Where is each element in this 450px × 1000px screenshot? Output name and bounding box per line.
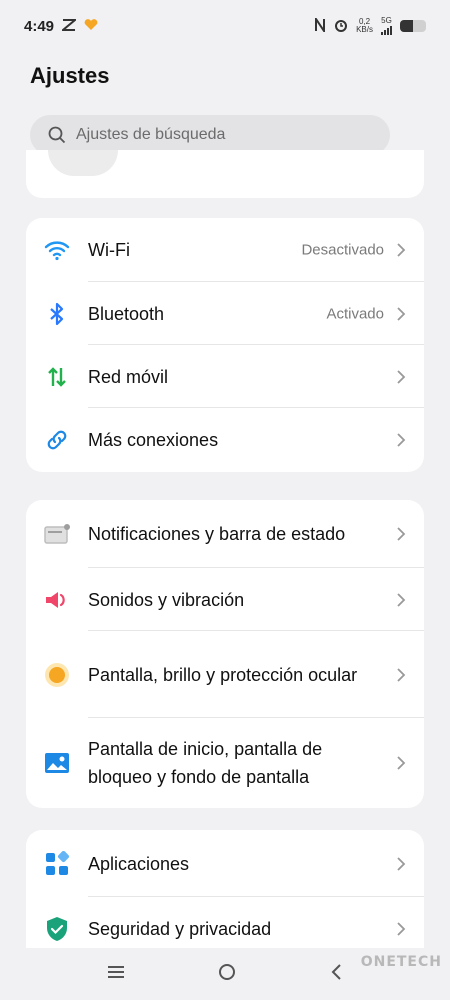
- home-icon[interactable]: [217, 962, 237, 987]
- sound-icon: [42, 585, 72, 615]
- alarm-icon: [334, 18, 348, 35]
- item-label: Pantalla de inicio, pantalla de bloqueo …: [88, 739, 323, 787]
- page-title: Ajustes: [30, 63, 110, 88]
- chevron-right-icon: [397, 667, 406, 682]
- chevron-right-icon: [397, 369, 406, 384]
- chevron-right-icon: [397, 592, 406, 607]
- list-item-notifications[interactable]: Notificaciones y barra de estado: [26, 500, 424, 568]
- chevron-right-icon: [397, 756, 406, 770]
- connections-card: Wi-Fi Desactivado Bluetooth Activado Red…: [26, 218, 424, 472]
- wifi-icon: [42, 235, 72, 265]
- item-label: Sonidos y vibración: [88, 589, 245, 610]
- bluetooth-icon: [42, 299, 72, 329]
- status-bar: 4:49 0,2 KB/s 5G: [0, 0, 450, 52]
- bluetooth-status: Activado: [326, 305, 384, 322]
- wallpaper-icon: [42, 748, 72, 778]
- brightness-icon: [42, 660, 72, 690]
- item-label: Red móvil: [88, 366, 169, 387]
- item-label: Seguridad y privacidad: [88, 918, 272, 939]
- search-input[interactable]: Ajustes de búsqueda: [30, 115, 390, 155]
- search-icon: [48, 126, 66, 144]
- battery-icon: [400, 20, 426, 32]
- item-label: Notificaciones y barra de estado: [88, 524, 346, 544]
- chevron-right-icon: [397, 527, 406, 541]
- list-item-wifi[interactable]: Wi-Fi Desactivado: [26, 218, 424, 282]
- chevron-right-icon: [397, 433, 406, 447]
- data-speed: 0,2 KB/s: [356, 18, 373, 34]
- list-item-sounds[interactable]: Sonidos y vibración: [26, 568, 424, 631]
- shield-icon: [42, 914, 72, 944]
- item-label: Pantalla, brillo y protección ocular: [88, 664, 358, 685]
- signal-indicator: 5G: [381, 17, 392, 35]
- chevron-right-icon: [397, 306, 406, 321]
- avatar: [48, 150, 118, 176]
- item-label: Bluetooth: [88, 303, 165, 324]
- wifi-status: Desactivado: [301, 241, 384, 259]
- item-label: Wi-Fi: [88, 240, 130, 260]
- data-speed-unit: KB/s: [356, 25, 373, 34]
- signal-bars-icon: [381, 25, 392, 35]
- menu-icon[interactable]: [106, 964, 126, 985]
- apps-icon: [42, 849, 72, 879]
- apps-card: Aplicaciones Seguridad y privacidad: [26, 830, 424, 950]
- list-item-mobile-network[interactable]: Red móvil: [26, 345, 424, 408]
- chevron-right-icon: [397, 856, 406, 871]
- chevron-right-icon: [397, 921, 406, 936]
- mobile-network-icon: [42, 362, 72, 392]
- list-item-bluetooth[interactable]: Bluetooth Activado: [26, 282, 424, 345]
- back-icon[interactable]: [328, 962, 344, 987]
- heart-notification-icon: [84, 18, 98, 35]
- list-item-apps[interactable]: Aplicaciones: [26, 830, 424, 897]
- notification-app-icon: [60, 18, 78, 35]
- item-label: Más conexiones: [88, 430, 219, 450]
- list-item-more-connections[interactable]: Más conexiones: [26, 408, 424, 472]
- search-placeholder: Ajustes de búsqueda: [76, 126, 226, 143]
- network-type: 5G: [381, 16, 392, 25]
- list-item-display[interactable]: Pantalla, brillo y protección ocular: [26, 631, 424, 718]
- link-icon: [42, 425, 72, 455]
- nfc-icon: [314, 15, 326, 35]
- clock: 4:49: [24, 17, 55, 35]
- account-card[interactable]: [26, 150, 424, 198]
- notification-bar-icon: [42, 519, 72, 549]
- watermark-logo: ONETECH: [360, 954, 442, 970]
- display-card: Notificaciones y barra de estado Sonidos…: [26, 500, 424, 808]
- list-item-security[interactable]: Seguridad y privacidad: [26, 897, 424, 950]
- chevron-right-icon: [397, 243, 406, 257]
- item-label: Aplicaciones: [88, 853, 190, 874]
- list-item-wallpaper[interactable]: Pantalla de inicio, pantalla de bloqueo …: [26, 718, 424, 808]
